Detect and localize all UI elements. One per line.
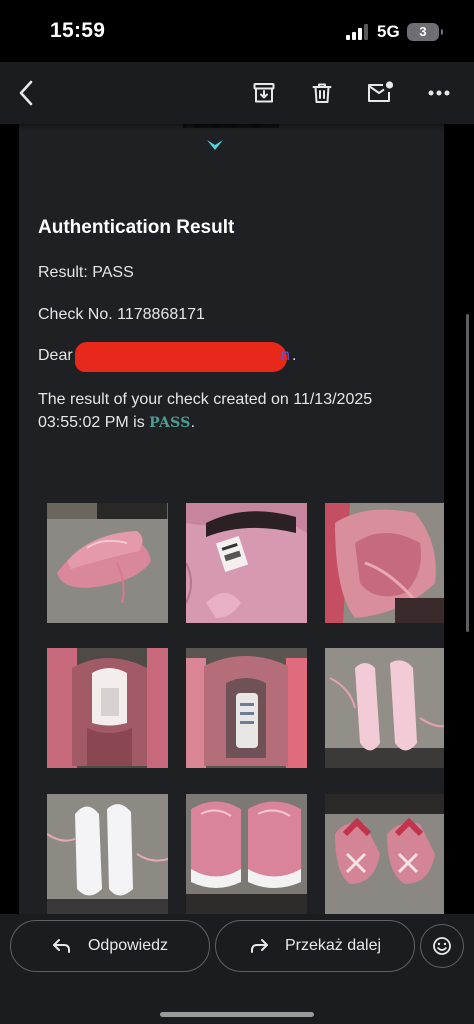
scrollbar[interactable] (466, 314, 469, 632)
redaction-mark (75, 342, 287, 372)
more-options-button[interactable] (422, 76, 456, 110)
result-period: . (190, 414, 196, 431)
inspection-photo[interactable] (186, 648, 307, 768)
inspection-photo[interactable] (325, 794, 444, 914)
forward-button[interactable]: Przekaż dalej (215, 920, 415, 972)
photo-image (186, 648, 307, 768)
pass-status: PASS (149, 415, 191, 431)
inspection-photo[interactable] (47, 648, 168, 768)
inspection-photo[interactable] (186, 503, 307, 623)
reply-label: Odpowiedz (87, 937, 169, 954)
photo-image (186, 794, 307, 914)
photo-image (325, 648, 444, 768)
photo-image (325, 794, 444, 914)
signal-strength-icon (346, 24, 368, 40)
bottom-action-bar: Odpowiedz Przekaż dalej (0, 914, 474, 1024)
delete-button[interactable] (305, 76, 339, 110)
inspection-photo[interactable] (47, 503, 168, 623)
emoji-icon (433, 937, 451, 955)
photo-image (47, 794, 168, 914)
inspection-photo[interactable] (325, 648, 444, 768)
inspection-photo[interactable] (186, 794, 307, 914)
photo-image (186, 503, 307, 623)
status-time: 15:59 (50, 19, 106, 42)
greeting-period: . (292, 347, 297, 364)
recipient-email-tail: n (281, 347, 290, 364)
reply-button[interactable]: Odpowiedz (10, 920, 210, 972)
delete-icon (312, 83, 332, 103)
photo-image (47, 648, 168, 768)
back-arrow-icon (19, 80, 33, 106)
more-icon (428, 90, 450, 96)
email-toolbar (0, 62, 474, 124)
brand-logo-image (183, 124, 279, 128)
greeting-prefix: Dear (38, 347, 73, 364)
battery-icon: 3 (407, 23, 443, 41)
home-indicator (160, 1012, 314, 1017)
mark-unread-button[interactable] (363, 76, 397, 110)
inspection-photo[interactable] (47, 794, 168, 914)
brand-logo (179, 124, 289, 154)
status-bar: 15:59 5G 3 (0, 0, 474, 62)
photo-image (47, 503, 168, 623)
forward-icon (250, 939, 268, 953)
forward-label: Przekaż dalej (284, 937, 382, 954)
photo-image (325, 503, 444, 623)
mark-unread-icon (368, 81, 394, 102)
reply-icon (52, 939, 70, 953)
back-button[interactable] (10, 76, 44, 110)
check-number-line: Check No. 1178868171 (38, 306, 205, 323)
inspection-photo[interactable] (325, 503, 444, 623)
email-body: Authentication Result Result: PASS Check… (19, 124, 444, 914)
brand-mark-icon (207, 140, 223, 150)
emoji-reaction-button[interactable] (420, 924, 464, 968)
result-text: The result of your check created on 11/1… (38, 391, 373, 431)
result-line: Result: PASS (38, 264, 134, 281)
archive-button[interactable] (247, 76, 281, 110)
result-paragraph: The result of your check created on 11/1… (38, 388, 410, 435)
archive-icon (253, 83, 275, 103)
email-heading: Authentication Result (38, 217, 235, 238)
network-type-label: 5G (377, 22, 400, 41)
